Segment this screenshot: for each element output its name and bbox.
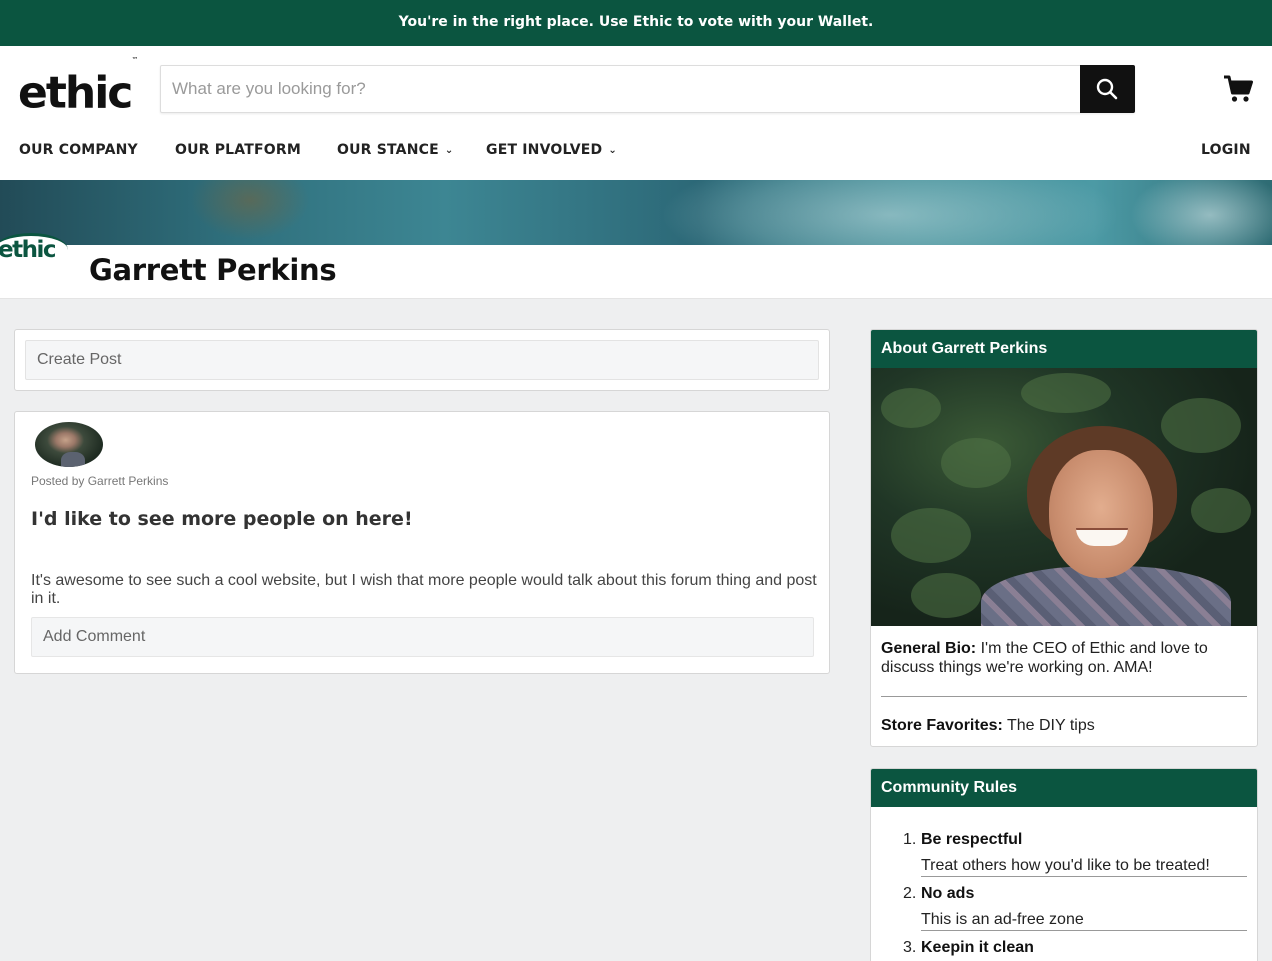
announcement-text: You're in the right place. Use Ethic to …: [398, 14, 874, 30]
store-favorites: Store Favorites: The DIY tips: [881, 717, 1095, 735]
profile-cover-image: [0, 180, 1272, 245]
nav-label: GET INVOLVED: [486, 142, 603, 158]
nav-our-stance[interactable]: OUR STANCE ⌄: [337, 142, 453, 158]
rule-title: Be respectful: [921, 831, 1023, 848]
rule-title: No ads: [921, 885, 975, 902]
search-bar: [160, 65, 1135, 113]
login-link[interactable]: LOGIN: [1201, 142, 1251, 158]
favorites-text: The DIY tips: [1006, 717, 1095, 734]
nav-label: OUR COMPANY: [19, 142, 138, 158]
search-input[interactable]: [161, 66, 1081, 112]
post-author: Posted by Garrett Perkins: [31, 474, 169, 488]
add-comment-input[interactable]: Add Comment: [31, 617, 814, 657]
avatar[interactable]: [35, 422, 103, 467]
rule-item: 1. Be respectful Treat others how you'd …: [903, 831, 1247, 885]
rule-item: 2. No ads This is an ad-free zone: [903, 885, 1247, 939]
nav-label: OUR STANCE: [337, 142, 439, 158]
divider: [921, 930, 1247, 931]
rule-item: 3. Keepin it clean: [903, 939, 1247, 961]
rule-description: Treat others how you'd like to be treate…: [921, 857, 1210, 874]
main-nav: OUR COMPANY OUR PLATFORM OUR STANCE ⌄ GET…: [0, 142, 1272, 168]
cart-icon: [1224, 75, 1253, 102]
divider: [881, 696, 1247, 697]
about-card: About Garrett Perkins General Bio: I'm t…: [870, 329, 1258, 747]
profile-name: Garrett Perkins: [89, 253, 337, 287]
post-body: It's awesome to see such a cool website,…: [31, 572, 817, 607]
rules-heading: Community Rules: [871, 769, 1257, 807]
nav-label: OUR PLATFORM: [175, 142, 301, 158]
profile-avatar-logo: ethic: [0, 233, 68, 267]
rule-description: This is an ad-free zone: [921, 911, 1084, 928]
logo-text: ethic: [18, 67, 133, 119]
ethic-logo[interactable]: ethic ™: [18, 56, 138, 119]
community-rules-card: Community Rules 1. Be respectful Treat o…: [870, 768, 1258, 961]
chevron-down-icon: ⌄: [444, 145, 454, 156]
nav-get-involved[interactable]: GET INVOLVED ⌄: [486, 142, 617, 158]
post-card: Posted by Garrett Perkins I'd like to se…: [14, 411, 830, 674]
divider: [921, 876, 1247, 877]
profile-badge-text: ethic: [0, 237, 57, 263]
favorites-label: Store Favorites:: [881, 717, 1003, 734]
create-post-input[interactable]: Create Post: [25, 340, 819, 380]
chevron-down-icon: ⌄: [608, 145, 617, 156]
bio-label: General Bio:: [881, 640, 977, 657]
rule-number: 3.: [903, 939, 917, 956]
rule-number: 2.: [903, 885, 917, 902]
rule-number: 1.: [903, 831, 917, 848]
general-bio: General Bio: I'm the CEO of Ethic and lo…: [881, 639, 1247, 677]
nav-our-company[interactable]: OUR COMPANY: [19, 142, 138, 158]
site-header: ethic ™ OUR COMPANY OUR PLATFORM OUR STAN…: [0, 46, 1272, 180]
login-label: LOGIN: [1201, 142, 1251, 158]
announcement-bar: You're in the right place. Use Ethic to …: [0, 0, 1272, 46]
about-heading: About Garrett Perkins: [871, 330, 1257, 368]
search-icon: [1096, 78, 1118, 100]
rules-list: 1. Be respectful Treat others how you'd …: [903, 831, 1247, 961]
profile-photo: [871, 368, 1257, 626]
logo-trademark: ™: [131, 56, 139, 64]
create-post-card: Create Post: [14, 329, 830, 391]
cart-button[interactable]: [1222, 74, 1254, 104]
post-title[interactable]: I'd like to see more people on here!: [31, 508, 413, 530]
nav-our-platform[interactable]: OUR PLATFORM: [175, 142, 301, 158]
search-button[interactable]: [1080, 65, 1135, 113]
rule-title: Keepin it clean: [921, 939, 1034, 956]
